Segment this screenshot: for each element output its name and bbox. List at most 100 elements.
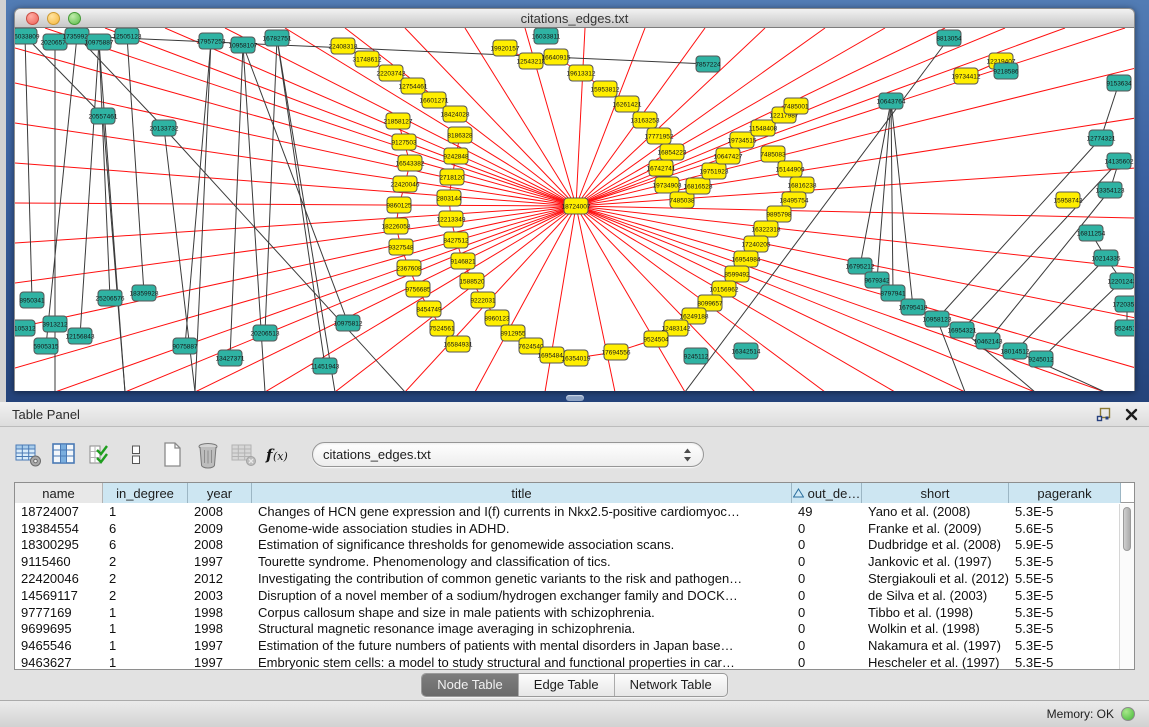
network-node[interactable]: 19920157 bbox=[491, 40, 520, 56]
network-node[interactable]: 16322318 bbox=[752, 221, 781, 237]
network-node[interactable]: 18359928 bbox=[130, 285, 159, 301]
network-node[interactable]: 8960123 bbox=[484, 310, 510, 326]
network-node[interactable]: 3913212 bbox=[42, 316, 68, 332]
network-edge[interactable] bbox=[15, 206, 576, 368]
network-node[interactable]: 9075887 bbox=[172, 338, 198, 354]
panel-splitter-handle[interactable] bbox=[566, 395, 584, 401]
new-document-icon[interactable] bbox=[156, 440, 188, 470]
network-node[interactable]: 15958742 bbox=[1054, 192, 1083, 208]
network-node[interactable]: 10958107 bbox=[229, 37, 258, 53]
network-node[interactable]: 16354019 bbox=[562, 350, 591, 366]
network-edge[interactable] bbox=[877, 101, 891, 280]
network-node[interactable]: 12156843 bbox=[66, 328, 95, 344]
network-edge[interactable] bbox=[127, 36, 144, 293]
network-edge[interactable] bbox=[937, 138, 1101, 319]
column-header-year[interactable]: year bbox=[188, 483, 252, 503]
network-node[interactable]: 7524561 bbox=[429, 320, 455, 336]
network-node[interactable]: 13163253 bbox=[631, 112, 660, 128]
network-node[interactable]: 21858127 bbox=[384, 113, 413, 129]
network-node[interactable]: 9127503 bbox=[391, 134, 417, 150]
network-node[interactable]: 16811254 bbox=[1077, 225, 1106, 241]
network-node[interactable]: 7485001 bbox=[783, 98, 809, 114]
network-node[interactable]: 20206513 bbox=[251, 325, 280, 341]
network-node[interactable]: 8797941 bbox=[880, 285, 906, 301]
network-node[interactable]: 14135602 bbox=[1105, 153, 1134, 169]
network-node[interactable]: 9242848 bbox=[443, 148, 469, 164]
network-canvas[interactable]: 1872400722408318317486122220374212754461… bbox=[14, 28, 1135, 391]
network-edge[interactable] bbox=[576, 206, 755, 391]
network-node[interactable]: 16954984 bbox=[732, 251, 761, 267]
delete-list-icon[interactable] bbox=[192, 440, 224, 470]
table-row[interactable]: 1830029562008Estimation of significance … bbox=[15, 537, 1134, 554]
network-node[interactable]: 8813054 bbox=[936, 30, 962, 46]
network-node[interactable]: 17694556 bbox=[602, 344, 631, 360]
network-node[interactable]: 19734412 bbox=[952, 68, 981, 84]
network-node[interactable]: 15953812 bbox=[591, 81, 620, 97]
network-node[interactable]: 8599492 bbox=[724, 266, 750, 282]
column-header-pagerank[interactable]: pagerank bbox=[1009, 483, 1121, 503]
network-node[interactable]: 18724007 bbox=[562, 198, 591, 214]
network-node[interactable]: 16033811 bbox=[532, 28, 561, 44]
network-node[interactable]: 19734903 bbox=[653, 177, 682, 193]
network-node[interactable]: 16601271 bbox=[420, 92, 449, 108]
network-node[interactable]: 10214335 bbox=[1092, 250, 1121, 266]
network-file-select[interactable]: citations_edges.txt bbox=[312, 442, 704, 467]
column-header-short[interactable]: short bbox=[862, 483, 1009, 503]
network-node[interactable]: 9146821 bbox=[450, 253, 476, 269]
table-row[interactable]: 946554611997Estimation of the future num… bbox=[15, 637, 1134, 654]
network-node[interactable]: 15144909 bbox=[776, 161, 805, 177]
table-scrollbar-thumb[interactable] bbox=[1123, 507, 1131, 551]
network-edge[interactable] bbox=[685, 38, 949, 391]
close-panel-icon[interactable] bbox=[1123, 407, 1139, 423]
network-edge[interactable] bbox=[891, 101, 893, 293]
network-edge[interactable] bbox=[891, 101, 913, 307]
column-header-name[interactable]: name bbox=[15, 483, 103, 503]
network-node[interactable]: 16782751 bbox=[263, 30, 292, 46]
table-row[interactable]: 969969511998Structural magnetic resonanc… bbox=[15, 621, 1134, 638]
network-edge[interactable] bbox=[576, 28, 885, 206]
network-edge[interactable] bbox=[243, 45, 348, 323]
network-node[interactable]: 16342514 bbox=[732, 343, 761, 359]
network-edge[interactable] bbox=[860, 101, 891, 266]
network-edge[interactable] bbox=[576, 206, 1035, 391]
network-window-titlebar[interactable]: citations_edges.txt bbox=[14, 8, 1135, 28]
rows-icon[interactable] bbox=[120, 440, 152, 470]
network-node[interactable]: 9524504 bbox=[643, 331, 669, 347]
network-edge[interactable] bbox=[576, 206, 1135, 218]
network-node[interactable]: 9105312 bbox=[15, 320, 36, 336]
network-node[interactable]: 12505123 bbox=[113, 28, 142, 44]
network-node[interactable]: 9245012 bbox=[1028, 351, 1054, 367]
network-node[interactable]: 31748612 bbox=[353, 51, 382, 67]
network-node[interactable]: 16742741 bbox=[647, 160, 676, 176]
network-node[interactable]: 17957253 bbox=[197, 33, 226, 49]
network-node[interactable]: 12754461 bbox=[399, 78, 428, 94]
network-node[interactable]: 16816238 bbox=[788, 177, 817, 193]
network-node[interactable]: 9327548 bbox=[388, 239, 414, 255]
network-node[interactable]: 1588520 bbox=[459, 273, 485, 289]
network-node[interactable]: 9524512 bbox=[1114, 320, 1135, 336]
float-panel-icon[interactable] bbox=[1095, 407, 1111, 423]
column-header-title[interactable]: title bbox=[252, 483, 792, 503]
network-node[interactable]: 9245112 bbox=[684, 348, 709, 364]
network-node[interactable]: 10462143 bbox=[974, 333, 1003, 349]
column-visibility-icon[interactable] bbox=[48, 440, 80, 470]
network-node[interactable]: 16543382 bbox=[396, 155, 425, 171]
network-edge[interactable] bbox=[15, 83, 576, 206]
table-row[interactable]: 946362711997Embryonic stem cells: a mode… bbox=[15, 654, 1134, 670]
network-node[interactable]: 22420046 bbox=[391, 176, 420, 192]
network-node[interactable]: 10975887 bbox=[85, 34, 114, 50]
network-edge[interactable] bbox=[46, 36, 77, 346]
network-canvas-svg[interactable]: 1872400722408318317486122220374212754461… bbox=[15, 28, 1135, 391]
network-edge[interactable] bbox=[1041, 281, 1122, 359]
column-header-out_de[interactable]: out_de… bbox=[792, 483, 862, 503]
network-node[interactable]: 9222031 bbox=[470, 292, 496, 308]
network-node[interactable]: 2718120 bbox=[439, 169, 465, 185]
table-row[interactable]: 977716911998Corpus callosum shape and si… bbox=[15, 604, 1134, 621]
network-node[interactable]: 18226058 bbox=[382, 218, 411, 234]
network-node[interactable]: 20557461 bbox=[89, 108, 118, 124]
network-node[interactable]: 20133732 bbox=[150, 120, 179, 136]
network-node[interactable]: 10975812 bbox=[334, 315, 363, 331]
network-node[interactable]: 10643764 bbox=[877, 93, 906, 109]
network-node[interactable]: 9756685 bbox=[405, 281, 431, 297]
network-node[interactable]: 16640915 bbox=[542, 49, 571, 65]
